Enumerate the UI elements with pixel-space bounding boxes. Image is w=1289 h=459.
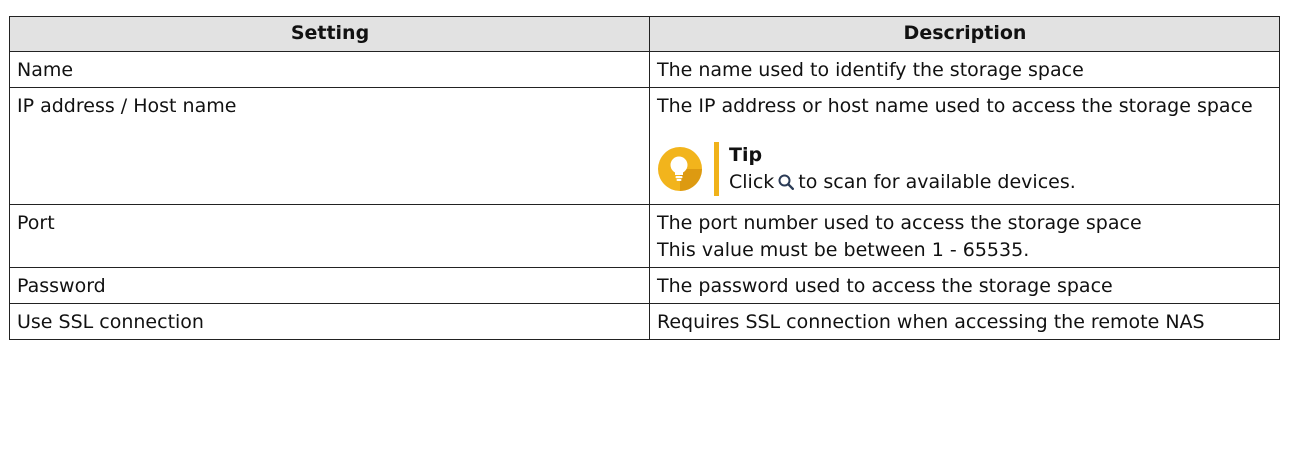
settings-table: Setting Description Name The name used t… — [9, 16, 1280, 340]
setting-cell: Name — [9, 51, 650, 88]
tip-box: Tip Click to scan for available devices. — [657, 142, 1273, 196]
description-text: The IP address or host name used to acce… — [657, 95, 1253, 117]
lightbulb-icon — [658, 147, 702, 191]
description-cell: The password used to access the storage … — [649, 267, 1280, 304]
header-setting: Setting — [9, 16, 650, 52]
description-cell: The port number used to access the stora… — [649, 204, 1280, 268]
description-cell: The name used to identify the storage sp… — [649, 51, 1280, 88]
table-row: Password The password used to access the… — [9, 267, 1280, 304]
setting-cell: Port — [9, 204, 650, 268]
tip-text-after: to scan for available devices. — [798, 171, 1076, 193]
description-text-line2: This value must be between 1 - 65535. — [657, 239, 1030, 261]
search-icon — [778, 174, 795, 190]
setting-cell: IP address / Host name — [9, 87, 650, 205]
table-row: IP address / Host name The IP address or… — [9, 87, 1280, 205]
tip-accent-bar — [714, 142, 719, 196]
setting-cell: Use SSL connection — [9, 303, 650, 340]
table-header-row: Setting Description — [9, 16, 1280, 52]
description-cell: Requires SSL connection when accessing t… — [649, 303, 1280, 340]
table-row: Port The port number used to access the … — [9, 204, 1280, 268]
description-text: The port number used to access the stora… — [657, 212, 1142, 234]
header-description: Description — [649, 16, 1280, 52]
table-row: Name The name used to identify the stora… — [9, 51, 1280, 88]
setting-cell: Password — [9, 267, 650, 304]
table-row: Use SSL connection Requires SSL connecti… — [9, 303, 1280, 340]
tip-title: Tip — [729, 144, 763, 166]
description-cell: The IP address or host name used to acce… — [649, 87, 1280, 205]
tip-text-before: Click — [729, 171, 775, 193]
